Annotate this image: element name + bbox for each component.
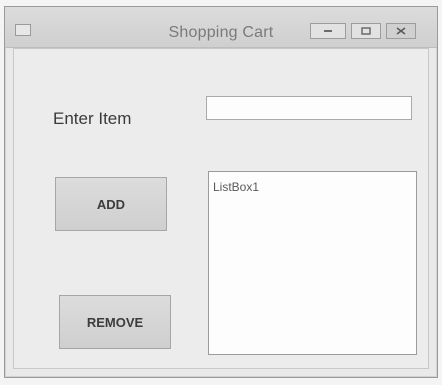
close-icon bbox=[396, 27, 406, 35]
maximize-button[interactable] bbox=[351, 23, 381, 39]
minimize-button[interactable] bbox=[310, 23, 346, 39]
title-bar[interactable]: Shopping Cart bbox=[5, 7, 437, 48]
add-button[interactable]: ADD bbox=[55, 177, 167, 231]
items-listbox[interactable]: ListBox1 bbox=[208, 171, 417, 355]
item-input[interactable] bbox=[206, 96, 412, 120]
enter-item-label: Enter Item bbox=[53, 109, 132, 128]
listbox-name: ListBox1 bbox=[213, 180, 260, 194]
maximize-icon bbox=[361, 27, 371, 35]
shopping-cart-window: Shopping Cart Enter Item ADD ListBox1 RE… bbox=[4, 6, 438, 378]
close-button[interactable] bbox=[386, 23, 416, 39]
client-area: Enter Item ADD ListBox1 REMOVE bbox=[13, 48, 429, 369]
remove-button[interactable]: REMOVE bbox=[59, 295, 171, 349]
minimize-icon bbox=[324, 30, 332, 32]
